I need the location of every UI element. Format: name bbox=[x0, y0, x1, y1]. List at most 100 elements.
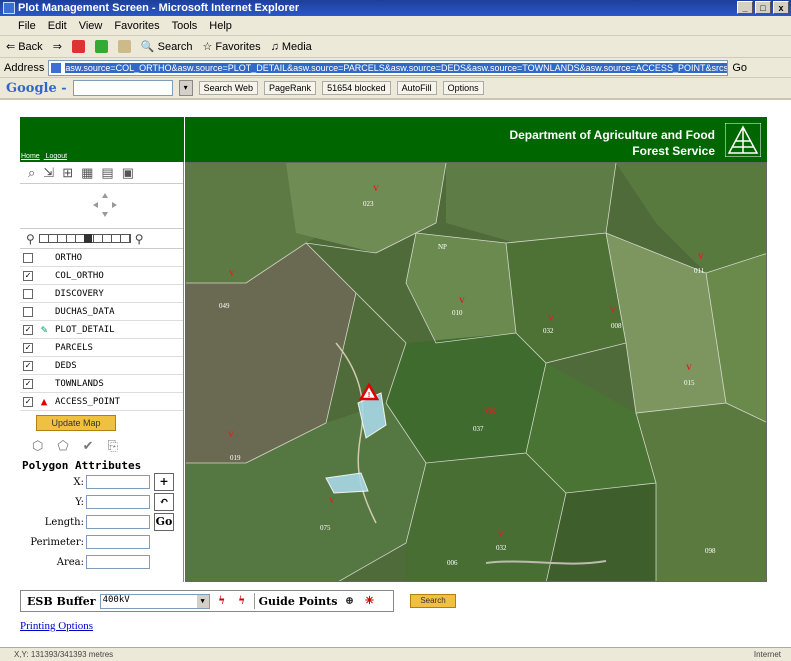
export-icon[interactable]: ⎘ bbox=[108, 438, 118, 454]
length-input[interactable] bbox=[86, 515, 150, 529]
minimize-button[interactable]: _ bbox=[737, 1, 753, 14]
search-toolbar-button[interactable]: 🔍 Search bbox=[140, 40, 193, 54]
report-icon[interactable]: ▣ bbox=[122, 165, 134, 181]
zoom-in-icon[interactable]: ⚲ bbox=[135, 232, 144, 246]
layers-icon[interactable]: ▤ bbox=[101, 165, 113, 181]
go-button[interactable]: Go bbox=[732, 62, 747, 74]
lightning-clear-icon[interactable]: ϟ bbox=[234, 593, 250, 609]
page-icon bbox=[51, 62, 62, 73]
esb-toolbar: ESB Buffer 400kV ▼ ϟ ϟ Guide Points ⊕ ✳ bbox=[20, 590, 394, 612]
layer-list: ORTHO ✓ COL_ORTHO DISCOVERY DUCHAS_DATA ✓ ✎ PLO… bbox=[20, 249, 183, 411]
layer-checkbox[interactable]: ✓ bbox=[23, 378, 33, 389]
favorites-button[interactable]: ☆ Favorites bbox=[202, 40, 260, 54]
extent-icon[interactable]: ⊞ bbox=[62, 165, 73, 181]
pagerank-button[interactable]: PageRank bbox=[264, 81, 317, 95]
menu-favorites[interactable]: Favorites bbox=[114, 20, 159, 32]
search-icon: 🔍 bbox=[140, 41, 155, 53]
options-button[interactable]: Options bbox=[442, 81, 484, 95]
edit-polygon-icon[interactable]: ⬠ bbox=[57, 438, 68, 454]
menu-view[interactable]: View bbox=[79, 20, 103, 32]
search-button[interactable]: Search bbox=[410, 594, 456, 608]
esb-buffer-label: ESB Buffer bbox=[27, 594, 96, 608]
layer-checkbox[interactable]: ✓ bbox=[23, 360, 33, 371]
close-button[interactable]: x bbox=[773, 1, 789, 14]
go-length-button[interactable]: Go bbox=[154, 513, 174, 531]
aerial-map[interactable]: ! 023 NP 011 049 010 032 008 015 037 019… bbox=[186, 163, 767, 582]
layer-row: ✓ ✎ PLOT_DETAIL bbox=[20, 321, 183, 339]
layer-row: ✓ TOWNLANDS bbox=[20, 375, 183, 393]
layer-checkbox[interactable]: ✓ bbox=[23, 324, 33, 335]
esb-buffer-select[interactable]: 400kV ▼ bbox=[99, 593, 210, 609]
address-input[interactable]: asw.source=COL_ORTHO&asw.source=PLOT_DET… bbox=[48, 59, 729, 76]
logout-link[interactable]: Logout bbox=[46, 153, 67, 160]
update-map-button[interactable]: Update Map bbox=[36, 415, 116, 431]
validate-icon[interactable]: ✔ bbox=[83, 438, 94, 454]
select-icon[interactable]: ⇲ bbox=[43, 165, 54, 181]
draw-polygon-icon[interactable]: ⬡ bbox=[32, 438, 43, 454]
identify-icon[interactable]: ⌕ bbox=[28, 165, 35, 181]
crosshair-icon[interactable]: ⊕ bbox=[341, 593, 357, 609]
polygon-tools: ⬡ ⬠ ✔ ⎘ bbox=[20, 435, 183, 457]
clear-points-icon[interactable]: ✳ bbox=[361, 593, 377, 609]
autofill-button[interactable]: AutoFill bbox=[396, 81, 437, 95]
pan-control[interactable] bbox=[20, 184, 183, 229]
chevron-down-icon[interactable]: ▼ bbox=[196, 594, 209, 608]
layer-label: ORTHO bbox=[55, 252, 83, 263]
menu-help[interactable]: Help bbox=[209, 20, 232, 32]
layer-checkbox[interactable]: ✓ bbox=[23, 270, 33, 281]
parcel-label: 006 bbox=[447, 559, 458, 567]
maximize-button[interactable]: □ bbox=[755, 1, 771, 14]
media-button[interactable]: ♫ Media bbox=[271, 41, 312, 53]
x-row: X: + bbox=[20, 472, 183, 492]
menu-edit[interactable]: Edit bbox=[48, 20, 67, 32]
status-text: X,Y: 131393/341393 metres bbox=[14, 650, 114, 659]
address-url: asw.source=COL_ORTHO&asw.source=PLOT_DET… bbox=[65, 62, 728, 73]
layer-label: COL_ORTHO bbox=[55, 270, 104, 281]
menu-tools[interactable]: Tools bbox=[172, 20, 198, 32]
svg-text:V: V bbox=[228, 430, 234, 439]
back-button[interactable]: ⇐ Back bbox=[6, 40, 43, 54]
parcel-label: 011 bbox=[694, 267, 705, 275]
refresh-button[interactable] bbox=[94, 40, 108, 53]
access-point-glyph: ! bbox=[368, 392, 370, 399]
x-input[interactable] bbox=[86, 475, 150, 489]
forward-button[interactable]: ⇒ bbox=[53, 40, 62, 53]
length-row: Length: Go bbox=[20, 512, 183, 532]
google-logo[interactable]: Google - bbox=[6, 81, 67, 96]
layer-checkbox[interactable] bbox=[23, 252, 33, 263]
printing-options-link[interactable]: Printing Options bbox=[20, 620, 93, 632]
layer-row: ✓ COL_ORTHO bbox=[20, 267, 183, 285]
stop-button[interactable] bbox=[71, 40, 85, 53]
plot-icon: ✎ bbox=[40, 323, 48, 336]
svg-text:V: V bbox=[548, 314, 554, 323]
google-toolbar: Google - ▾ Search Web PageRank 51654 blo… bbox=[0, 78, 791, 100]
y-input[interactable] bbox=[86, 495, 150, 509]
zoom-thumb[interactable] bbox=[83, 234, 92, 243]
undo-button[interactable]: ↶ bbox=[154, 493, 174, 511]
layer-checkbox[interactable]: ✓ bbox=[23, 342, 33, 353]
menu-bar: File Edit View Favorites Tools Help bbox=[0, 16, 791, 36]
layer-checkbox[interactable] bbox=[23, 306, 33, 317]
print-icon[interactable]: ▦ bbox=[81, 165, 93, 181]
guide-points-label: Guide Points bbox=[258, 594, 338, 608]
layer-checkbox[interactable]: ✓ bbox=[23, 396, 33, 407]
parcel-label: 049 bbox=[219, 302, 230, 310]
layer-checkbox[interactable] bbox=[23, 288, 33, 299]
google-dropdown[interactable]: ▾ bbox=[178, 80, 193, 96]
svg-text:V: V bbox=[329, 496, 335, 505]
layer-label: DISCOVERY bbox=[55, 288, 104, 299]
area-input[interactable] bbox=[86, 555, 150, 569]
home-link[interactable]: Home bbox=[21, 153, 40, 160]
add-point-button[interactable]: + bbox=[154, 473, 174, 491]
lightning-icon[interactable]: ϟ bbox=[214, 593, 230, 609]
map-view[interactable]: ! 023 NP 011 049 010 032 008 015 037 019… bbox=[185, 162, 767, 582]
google-search-input[interactable] bbox=[72, 80, 173, 96]
zoom-slider[interactable] bbox=[38, 234, 131, 243]
search-web-button[interactable]: Search Web bbox=[198, 81, 259, 95]
pan-arrows-icon[interactable] bbox=[92, 192, 118, 218]
zoom-out-icon[interactable]: ⚲ bbox=[26, 232, 35, 246]
home-button[interactable] bbox=[117, 40, 131, 53]
popup-blocked[interactable]: 51654 blocked bbox=[322, 81, 391, 95]
perimeter-input[interactable] bbox=[86, 535, 150, 549]
menu-file[interactable]: File bbox=[18, 20, 36, 32]
